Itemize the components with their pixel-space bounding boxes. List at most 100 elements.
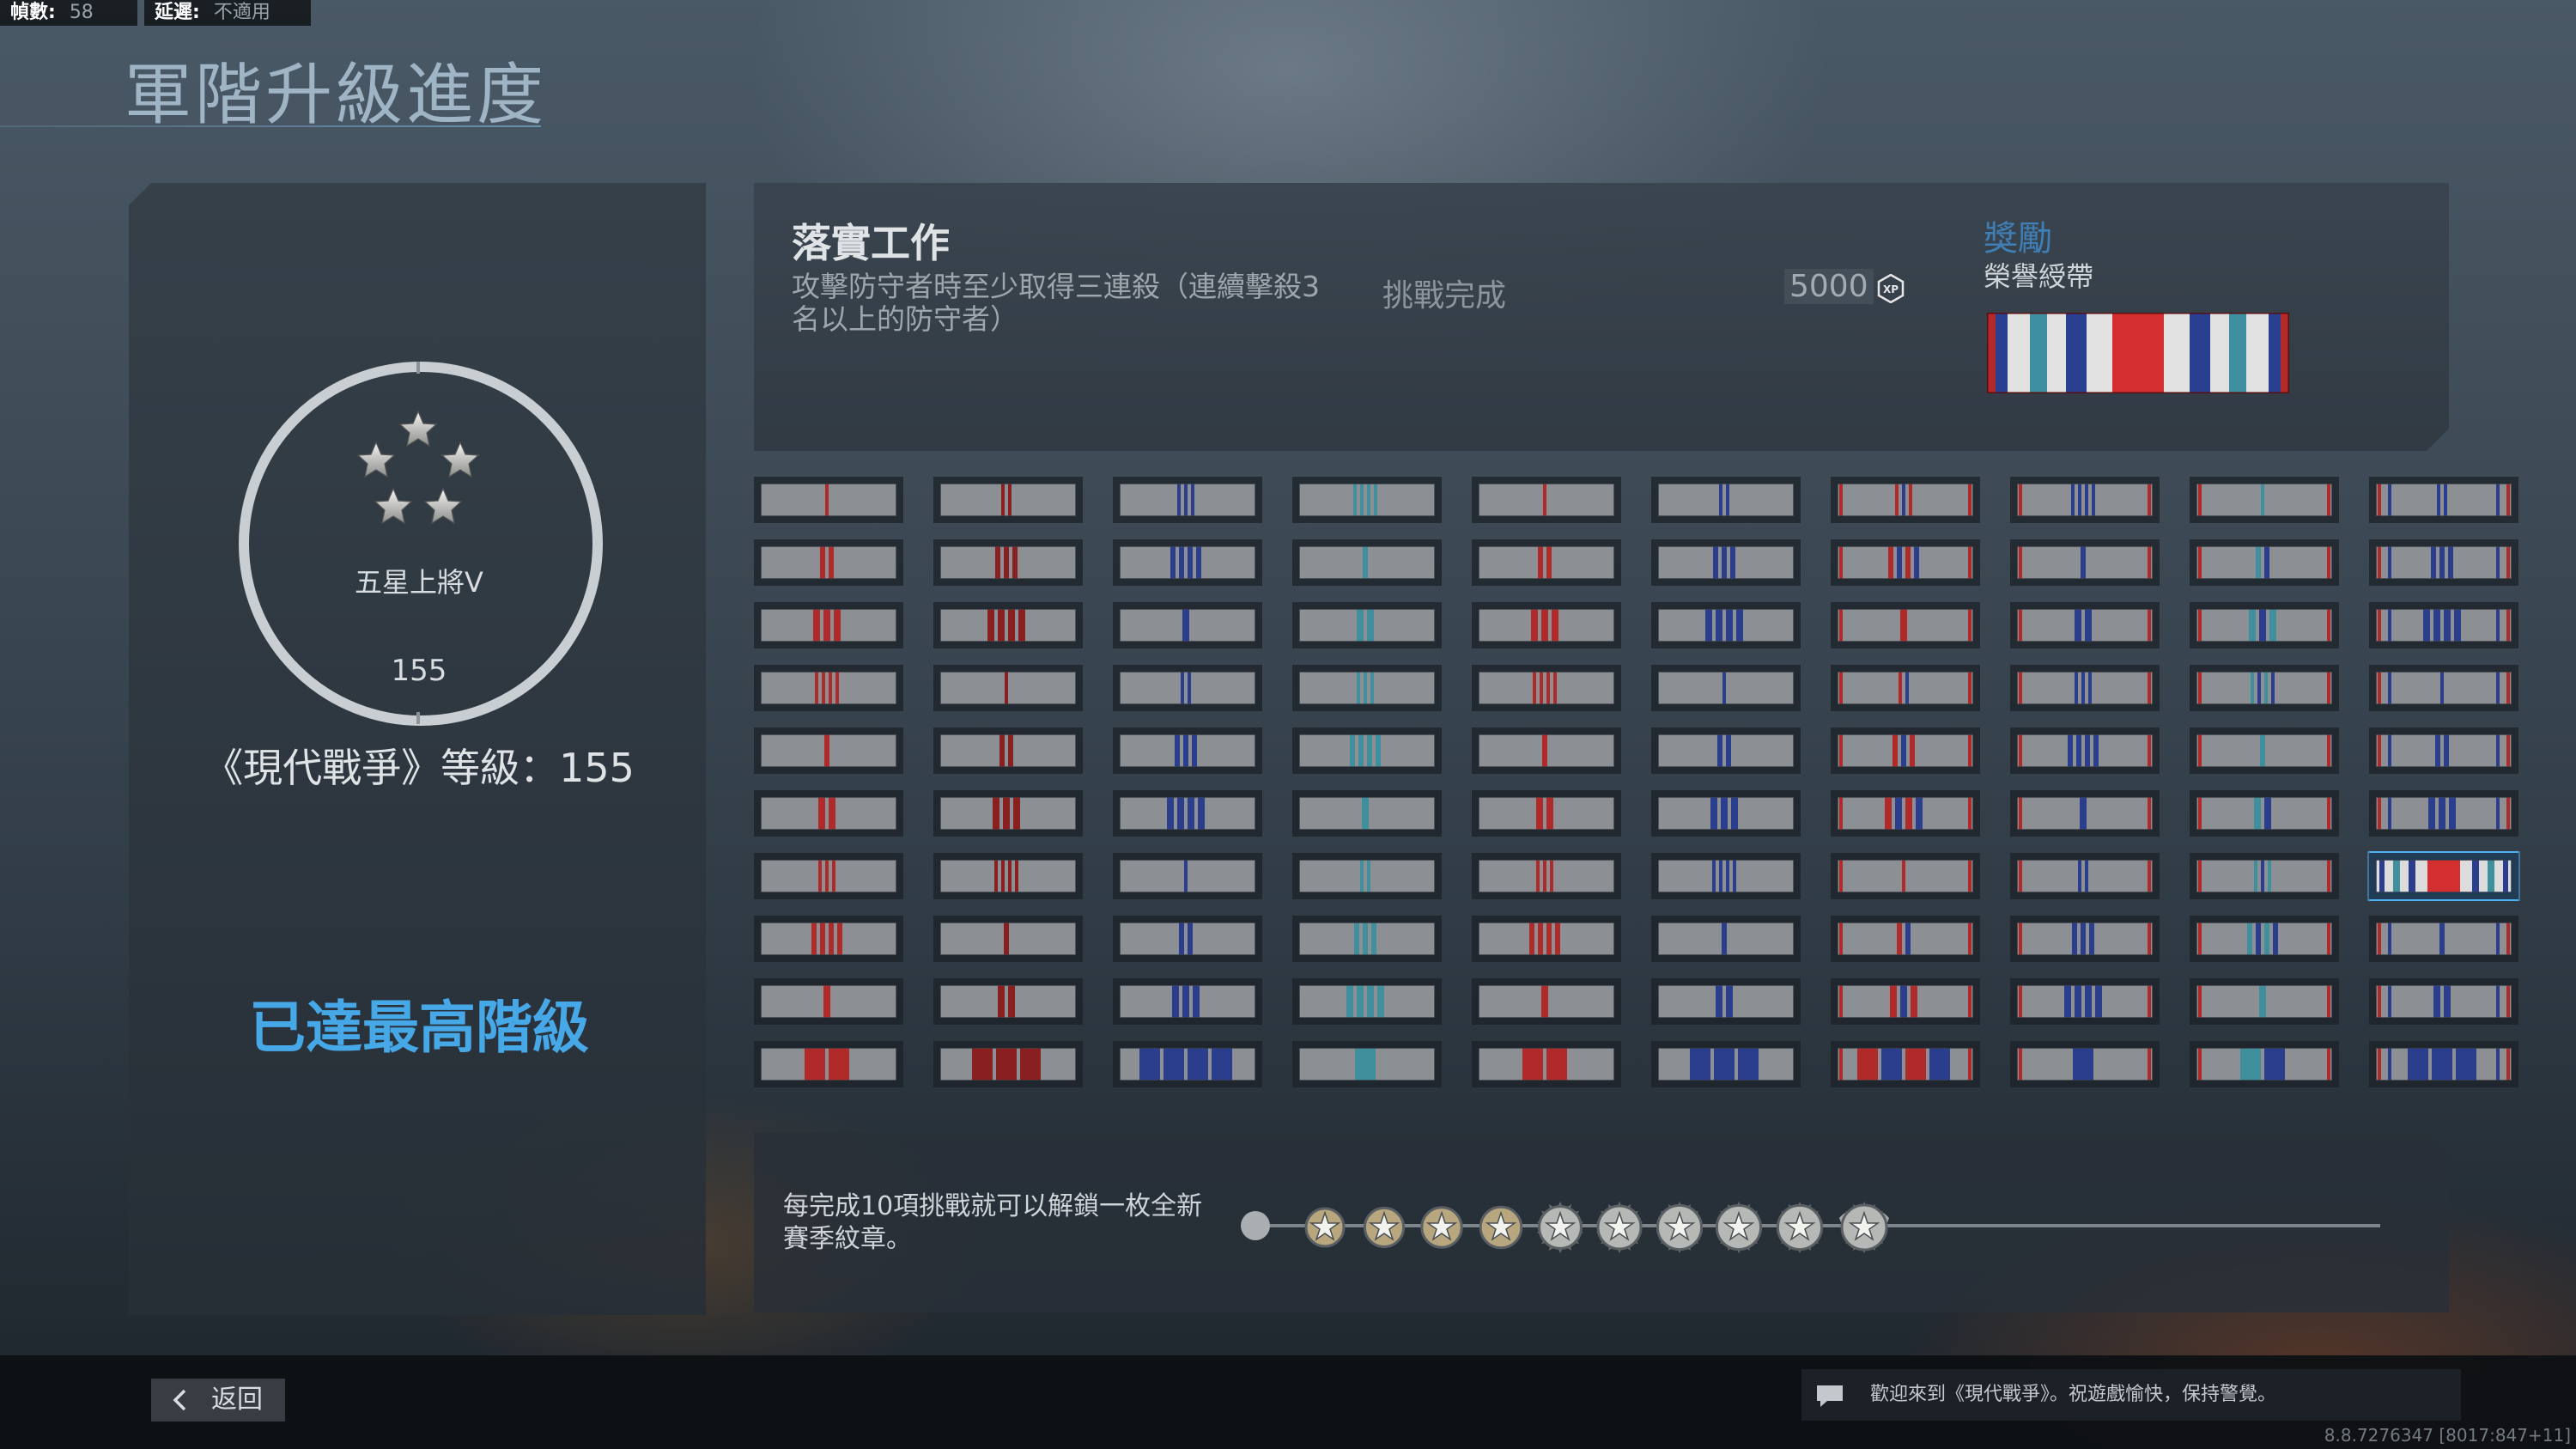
ribbon-slot[interactable] [2010,728,2160,774]
ribbon-slot[interactable] [933,602,1083,648]
ribbon-slot[interactable] [1472,728,1621,774]
ribbon-slot[interactable] [2010,1041,2160,1087]
ribbon-slot[interactable] [933,728,1083,774]
ribbon-slot[interactable] [2190,978,2339,1025]
ribbon-slot[interactable] [1472,1041,1621,1087]
ribbon-slot[interactable] [1113,728,1262,774]
ribbon-slot[interactable] [2010,665,2160,711]
ribbon-slot[interactable] [1651,665,1801,711]
ribbon-slot[interactable] [2190,728,2339,774]
ribbon-slot[interactable] [1651,1041,1801,1087]
ribbon-slot[interactable] [1292,1041,1442,1087]
ribbon-slot[interactable] [2010,916,2160,962]
ribbon-slot[interactable] [754,477,903,523]
ribbon-slot[interactable] [1292,853,1442,899]
ribbon-slot[interactable] [2190,665,2339,711]
ribbon-slot[interactable] [2190,790,2339,837]
ribbon-slot[interactable] [1113,602,1262,648]
ribbon-slot[interactable] [1113,916,1262,962]
ribbon-slot[interactable] [1831,790,1980,837]
ribbon-slot[interactable] [1472,790,1621,837]
ribbon-slot[interactable] [933,539,1083,586]
ribbon-slot[interactable] [1651,477,1801,523]
ribbon-slot[interactable] [2010,853,2160,899]
ribbon-slot[interactable] [1472,916,1621,962]
ribbon-slot[interactable] [1651,978,1801,1025]
ribbon-slot[interactable] [1831,916,1980,962]
ribbon-slot[interactable] [1472,978,1621,1025]
ribbon-slot[interactable] [754,728,903,774]
ribbon-slot[interactable] [933,978,1083,1025]
ribbon-slot[interactable] [2369,728,2518,774]
ribbon-slot[interactable] [1292,728,1442,774]
ribbon-slot[interactable] [2010,790,2160,837]
ribbon-slot[interactable] [1831,477,1980,523]
ribbon-slot[interactable] [754,916,903,962]
ribbon-slot[interactable] [1113,978,1262,1025]
ribbon-slot[interactable] [2369,916,2518,962]
ribbon-slot[interactable] [2190,916,2339,962]
ribbon-slot[interactable] [1292,477,1442,523]
ribbon-slot[interactable] [2190,477,2339,523]
ribbon-slot[interactable] [1831,978,1980,1025]
ribbon-slot[interactable] [933,665,1083,711]
ribbon-slot[interactable] [1651,728,1801,774]
ribbon-slot[interactable] [2369,851,2518,901]
ribbon-slot[interactable] [2190,1041,2339,1087]
ribbon-slot[interactable] [933,477,1083,523]
ribbon-slot[interactable] [933,853,1083,899]
ribbon-slot[interactable] [1113,853,1262,899]
ribbon-slot[interactable] [1831,665,1980,711]
ribbon-slot[interactable] [2369,477,2518,523]
ribbon-slot[interactable] [1113,665,1262,711]
ribbon-slot[interactable] [2010,539,2160,586]
ribbon-slot[interactable] [1292,916,1442,962]
ribbon-slot[interactable] [754,1041,903,1087]
ribbon-slot[interactable] [754,665,903,711]
ribbon-slot[interactable] [1472,665,1621,711]
ribbon-slot[interactable] [2369,790,2518,837]
ribbon-slot[interactable] [2010,978,2160,1025]
ribbon-slot[interactable] [2190,602,2339,648]
ribbon-slot[interactable] [2190,853,2339,899]
ribbon-slot[interactable] [1831,728,1980,774]
ribbon-slot[interactable] [1292,539,1442,586]
ribbon-slot[interactable] [1651,790,1801,837]
ribbon-slot[interactable] [1472,539,1621,586]
ribbon-slot[interactable] [2369,1041,2518,1087]
ribbon-slot[interactable] [2369,665,2518,711]
ribbon-slot[interactable] [1292,602,1442,648]
ribbon-slot[interactable] [1113,1041,1262,1087]
ribbon-slot[interactable] [1651,853,1801,899]
ribbon-slot[interactable] [754,978,903,1025]
ribbon-slot[interactable] [1472,602,1621,648]
ribbon-slot[interactable] [933,1041,1083,1087]
ribbon-slot[interactable] [1831,853,1980,899]
ribbon-slot[interactable] [1651,916,1801,962]
ribbon-slot[interactable] [1292,790,1442,837]
ribbon-slot[interactable] [1651,539,1801,586]
ribbon-slot[interactable] [2190,539,2339,586]
ribbon-slot[interactable] [1831,539,1980,586]
ribbon-slot[interactable] [1292,665,1442,711]
ribbon-slot[interactable] [1831,1041,1980,1087]
ribbon-slot[interactable] [1113,539,1262,586]
ribbon-slot[interactable] [1831,602,1980,648]
ribbon-slot[interactable] [2369,602,2518,648]
ribbon-slot[interactable] [933,916,1083,962]
ribbon-slot[interactable] [754,539,903,586]
ribbon-slot[interactable] [933,790,1083,837]
ribbon-slot[interactable] [754,853,903,899]
ribbon-slot[interactable] [2369,978,2518,1025]
ribbon-slot[interactable] [1651,602,1801,648]
ribbon-slot[interactable] [754,602,903,648]
ribbon-slot[interactable] [1472,853,1621,899]
ribbon-slot[interactable] [754,790,903,837]
back-button[interactable]: 返回 [151,1379,285,1422]
ribbon-slot[interactable] [2010,602,2160,648]
ribbon-slot[interactable] [2369,539,2518,586]
ribbon-slot[interactable] [1113,477,1262,523]
ribbon-slot[interactable] [1113,790,1262,837]
ribbon-slot[interactable] [2010,477,2160,523]
ribbon-slot[interactable] [1292,978,1442,1025]
